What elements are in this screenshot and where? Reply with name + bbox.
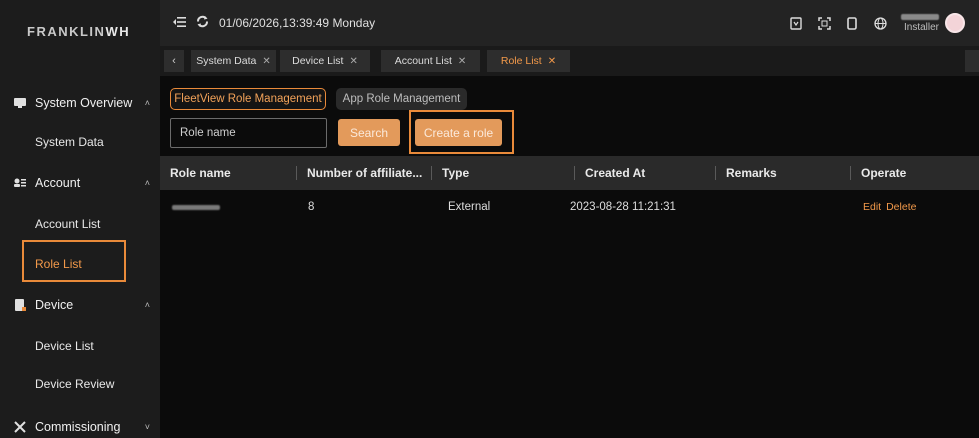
document-icon[interactable] [789, 16, 803, 30]
close-icon[interactable]: ✕ [262, 56, 270, 67]
collapse-menu-icon[interactable] [173, 16, 186, 31]
main-content: FleetView Role Management App Role Manag… [160, 76, 979, 438]
sidebar-group-system-overview[interactable]: System Overview ˄ [0, 84, 160, 122]
column-header-role-name: Role name [170, 166, 231, 180]
fullscreen-icon[interactable] [817, 16, 831, 30]
table-row: 8 External 2023-08-28 11:21:31 Edit Dele… [160, 190, 979, 224]
sidebar-item-account-list[interactable]: Account List [0, 205, 160, 243]
tab-label: Role List [500, 55, 542, 67]
user-role: Installer [903, 21, 939, 33]
chevron-up-icon: ˄ [144, 178, 150, 188]
mobile-icon[interactable] [845, 16, 859, 30]
cell-operate: Edit Delete [863, 190, 921, 224]
sidebar-item-label: System Data [35, 135, 104, 149]
chevron-up-icon: ˄ [144, 300, 150, 310]
sidebar-item-label: Device Review [35, 377, 115, 391]
franklinwh-logo: FRANKLIN WH [0, 0, 160, 62]
tab-label: Device List [292, 55, 344, 67]
close-icon[interactable]: ✕ [458, 56, 466, 67]
column-header-created-at: Created At [574, 156, 645, 190]
header-datetime: 01/06/2026,13:39:49 Monday [219, 16, 376, 30]
sidebar-group-label: Commissioning [35, 420, 121, 434]
sidebar-group-account[interactable]: Account ˄ [0, 164, 160, 202]
sidebar-group-device[interactable]: Device ˄ [0, 286, 160, 324]
top-bar: 01/06/2026,13:39:49 Monday Installer [160, 0, 979, 46]
avatar[interactable] [945, 13, 965, 33]
chevron-up-icon: ˄ [144, 98, 150, 108]
user-name-redacted [901, 13, 939, 20]
tab-account-list[interactable]: Account List ✕ [381, 50, 480, 72]
column-header-affiliates: Number of affiliate... [296, 156, 422, 190]
logo-text-accent: WH [105, 23, 131, 39]
search-button[interactable]: Search [338, 119, 400, 146]
column-header-remarks: Remarks [715, 156, 777, 190]
tab-fleetview-role-management[interactable]: FleetView Role Management [170, 88, 326, 110]
tab-system-data[interactable]: System Data ✕ [191, 50, 276, 72]
tab-label: System Data [196, 55, 257, 67]
close-icon[interactable]: ✕ [349, 56, 357, 67]
button-label: Search [349, 125, 389, 140]
sidebar-item-system-data[interactable]: System Data [0, 123, 160, 161]
device-icon [13, 299, 27, 311]
sidebar-item-device-list[interactable]: Device List [0, 327, 160, 365]
chevron-down-icon: ˅ [144, 422, 150, 432]
cell-role-name [172, 190, 220, 224]
tab-label: FleetView Role Management [174, 93, 322, 105]
edit-link[interactable]: Edit [863, 201, 881, 213]
highlight-role-list [22, 240, 126, 282]
delete-link[interactable]: Delete [886, 201, 916, 213]
chevron-left-icon[interactable]: ‹ [164, 50, 184, 72]
tab-role-list[interactable]: Role List ✕ [487, 50, 570, 72]
role-name-input[interactable] [170, 118, 327, 148]
column-header-type: Type [431, 156, 469, 190]
tab-scroll-right[interactable] [965, 50, 979, 72]
cell-type: External [448, 201, 491, 213]
tab-label: Account List [394, 55, 452, 67]
sidebar-item-label: Device List [35, 339, 94, 353]
highlight-create-role [409, 110, 514, 154]
user-info[interactable]: Installer [901, 13, 939, 33]
tab-app-role-management[interactable]: App Role Management [336, 88, 467, 110]
monitor-icon [13, 97, 27, 109]
tab-bar: ‹ System Data ✕ Device List ✕ Account List… [160, 46, 979, 76]
sidebar-group-commissioning[interactable]: Commissioning ˅ [0, 408, 160, 438]
sidebar-group-label: Device [35, 298, 74, 312]
tab-device-list[interactable]: Device List ✕ [280, 50, 370, 72]
sidebar-group-label: System Overview [35, 96, 133, 110]
account-list-icon [13, 177, 27, 189]
sidebar: FRANKLIN WH System Overview ˄ System Data… [0, 0, 160, 438]
sidebar-item-device-review[interactable]: Device Review [0, 365, 160, 403]
tab-label: App Role Management [342, 93, 461, 105]
header-actions: Installer [789, 0, 979, 46]
logo-text: FRANKLIN [27, 23, 106, 39]
role-name-redacted [172, 204, 220, 210]
tools-icon [13, 421, 27, 433]
globe-icon[interactable] [873, 16, 887, 30]
sidebar-item-label: Account List [35, 217, 101, 231]
cell-affiliates: 8 [308, 201, 315, 213]
close-icon[interactable]: ✕ [548, 56, 556, 67]
refresh-icon[interactable] [196, 15, 209, 31]
column-header-operate: Operate [850, 156, 906, 190]
sidebar-group-label: Account [35, 176, 81, 190]
cell-created-at: 2023-08-28 11:21:31 [570, 201, 676, 213]
table-header: Role name Number of affiliate... Type Cr… [160, 156, 979, 190]
